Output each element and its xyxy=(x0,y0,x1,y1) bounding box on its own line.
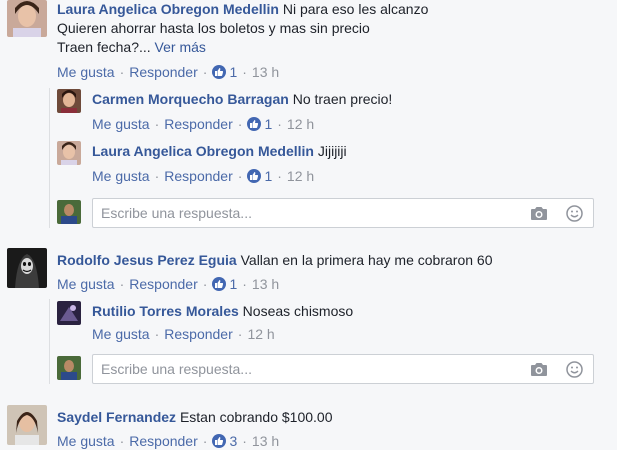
comment-author[interactable]: Laura Angelica Obregon Medellin xyxy=(57,1,279,17)
comment-text: Vallan en la primera hay me cobraron 60 xyxy=(240,252,493,268)
timestamp[interactable]: 12 h xyxy=(247,326,274,342)
reply-text: Jijijiji xyxy=(317,143,347,159)
see-more-link[interactable]: Ver más xyxy=(155,39,206,55)
like-link[interactable]: Me gusta xyxy=(57,433,115,449)
reply-input[interactable]: Escribe una respuesta... xyxy=(92,354,594,384)
comment-actions: Me gusta · Responder · 1 · 13 h xyxy=(57,64,280,80)
reply-body: Laura Angelica Obregon Medellin Jijijiji xyxy=(92,142,347,160)
avatar[interactable] xyxy=(7,248,47,288)
reply-text: Noseas chismoso xyxy=(242,303,354,319)
timestamp[interactable]: 13 h xyxy=(252,276,279,292)
avatar[interactable] xyxy=(7,405,47,445)
thread-line xyxy=(49,88,50,228)
comment-text: Ni para eso les alcanzo xyxy=(282,1,429,17)
reply-author[interactable]: Laura Angelica Obregon Medellin xyxy=(92,143,314,159)
reply-link[interactable]: Responder xyxy=(164,168,233,184)
thumbs-up-icon xyxy=(212,277,227,291)
reply-actions: Me gusta · Responder · 1 · 12 h xyxy=(92,116,315,132)
reply-author[interactable]: Rutilio Torres Morales xyxy=(92,303,239,319)
avatar[interactable] xyxy=(57,141,81,165)
like-link[interactable]: Me gusta xyxy=(92,326,150,342)
reply-author[interactable]: Carmen Morquecho Barragan xyxy=(92,91,289,107)
emoji-icon[interactable] xyxy=(566,361,583,381)
reply-link[interactable]: Responder xyxy=(164,326,233,342)
reply-link[interactable]: Responder xyxy=(164,116,233,132)
avatar xyxy=(57,200,81,224)
comment-actions: Me gusta · Responder · 1 · 13 h xyxy=(57,276,280,292)
reply-body: Rutilio Torres Morales Noseas chismoso xyxy=(92,302,353,320)
reply-text: No traen precio! xyxy=(292,91,393,107)
reply-link[interactable]: Responder xyxy=(129,433,198,449)
reply-actions: Me gusta · Responder · 1 · 12 h xyxy=(92,168,315,184)
comment-actions: Me gusta · Responder · 3 · 13 h xyxy=(57,433,280,449)
avatar[interactable] xyxy=(57,89,81,113)
like-link[interactable]: Me gusta xyxy=(57,64,115,80)
reply-link[interactable]: Responder xyxy=(129,64,198,80)
reply-placeholder: Escribe una respuesta... xyxy=(101,361,252,377)
comment-text-line: Quieren ahorrar hasta los boletos y mas … xyxy=(57,20,370,36)
reply-link[interactable]: Responder xyxy=(129,276,198,292)
timestamp[interactable]: 13 h xyxy=(252,433,279,449)
camera-icon[interactable] xyxy=(530,362,548,380)
comment-body: Laura Angelica Obregon Medellin Ni para … xyxy=(57,0,428,18)
thumbs-up-icon xyxy=(247,117,262,131)
avatar[interactable] xyxy=(7,0,47,37)
comment-body: Saydel Fernandez Estan cobrando $100.00 xyxy=(57,408,333,426)
like-link[interactable]: Me gusta xyxy=(92,116,150,132)
camera-icon[interactable] xyxy=(530,206,548,224)
like-link[interactable]: Me gusta xyxy=(92,168,150,184)
timestamp[interactable]: 12 h xyxy=(287,168,314,184)
comment-body: Rodolfo Jesus Perez Eguia Vallan en la p… xyxy=(57,251,493,269)
like-link[interactable]: Me gusta xyxy=(57,276,115,292)
comment-text: Estan cobrando $100.00 xyxy=(179,409,333,425)
reply-body: Carmen Morquecho Barragan No traen preci… xyxy=(92,90,392,108)
comment-text-line: Traen fecha?... Ver más xyxy=(57,39,206,55)
thumbs-up-icon xyxy=(212,65,227,79)
reply-actions: Me gusta · Responder · 12 h xyxy=(92,326,275,342)
timestamp[interactable]: 13 h xyxy=(252,64,279,80)
thumbs-up-icon xyxy=(247,169,262,183)
reply-placeholder: Escribe una respuesta... xyxy=(101,205,252,221)
avatar xyxy=(57,356,81,380)
avatar[interactable] xyxy=(57,301,81,325)
timestamp[interactable]: 12 h xyxy=(287,116,314,132)
comment-author[interactable]: Saydel Fernandez xyxy=(57,409,176,425)
thumbs-up-icon xyxy=(212,434,227,448)
reply-input[interactable]: Escribe una respuesta... xyxy=(92,198,594,228)
comment-author[interactable]: Rodolfo Jesus Perez Eguia xyxy=(57,252,237,268)
emoji-icon[interactable] xyxy=(566,205,583,225)
thread-line xyxy=(49,299,50,384)
